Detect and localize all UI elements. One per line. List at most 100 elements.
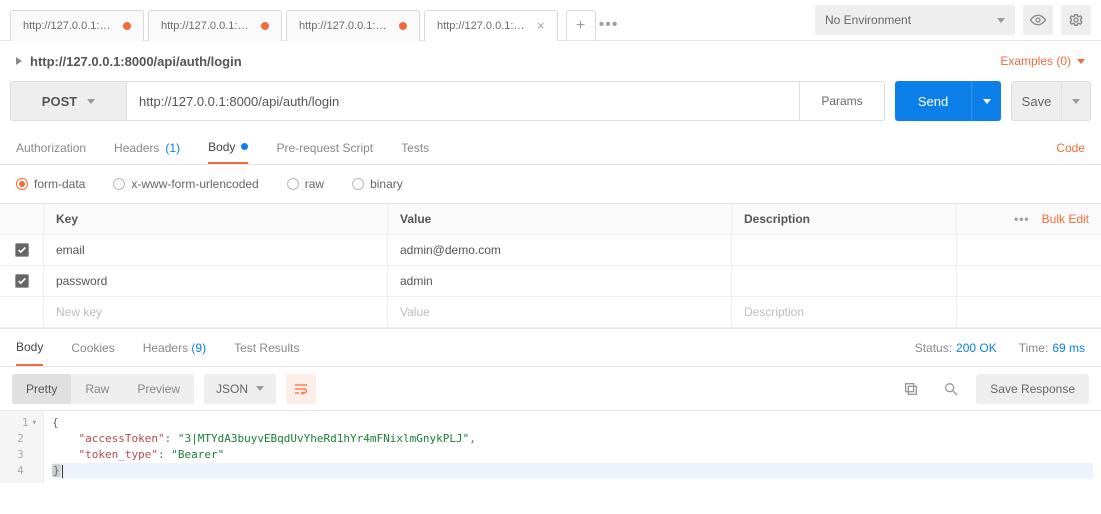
- env-area: No Environment: [815, 5, 1101, 35]
- format-dropdown[interactable]: JSON: [204, 374, 276, 404]
- chevron-down-icon: [87, 99, 95, 104]
- environment-label: No Environment: [825, 13, 911, 27]
- chevron-down-icon: [256, 386, 264, 391]
- row-checkbox[interactable]: [0, 266, 44, 296]
- examples-label: Examples (0): [1000, 54, 1071, 68]
- chevron-down-icon: [983, 99, 991, 104]
- copy-icon: [903, 381, 919, 397]
- dirty-indicator-icon: [261, 22, 269, 30]
- tab-overflow-button[interactable]: •••: [596, 10, 622, 41]
- tab-headers[interactable]: Headers (1): [114, 131, 180, 164]
- value-cell[interactable]: admin@demo.com: [388, 235, 732, 265]
- params-button[interactable]: Params: [799, 81, 885, 121]
- view-mode-segment: Pretty Raw Preview: [12, 374, 194, 404]
- radio-form-data[interactable]: form-data: [16, 177, 85, 191]
- tab-title: http://127.0.0.1:8000/a: [437, 20, 529, 32]
- copy-button[interactable]: [896, 374, 926, 404]
- search-icon: [943, 381, 959, 397]
- tabs: http://127.0.0.1:8000/a http://127.0.0.1…: [10, 0, 815, 40]
- col-key: Key: [44, 204, 388, 234]
- tab-body[interactable]: Body: [208, 131, 248, 164]
- tab-pre-request-script[interactable]: Pre-request Script: [276, 131, 373, 164]
- tab-1[interactable]: http://127.0.0.1:8000/a: [148, 10, 282, 41]
- restab-body[interactable]: Body: [16, 329, 43, 366]
- form-data-table: Key Value Description ••• Bulk Edit emai…: [0, 203, 1101, 328]
- save-response-button[interactable]: Save Response: [976, 374, 1089, 404]
- close-icon[interactable]: ×: [537, 18, 545, 33]
- restab-headers[interactable]: Headers (9): [143, 329, 206, 366]
- bulk-edit-link[interactable]: Bulk Edit: [1042, 212, 1089, 226]
- row-options-icon[interactable]: •••: [1014, 212, 1030, 226]
- request-title: http://127.0.0.1:8000/api/auth/login: [30, 54, 242, 69]
- new-key-input[interactable]: New key: [44, 297, 388, 327]
- value-cell[interactable]: admin: [388, 266, 732, 296]
- check-icon: [17, 245, 27, 255]
- dot-icon: [241, 143, 248, 150]
- url-input[interactable]: [139, 94, 787, 109]
- tab-title: http://127.0.0.1:8000/a: [23, 20, 115, 32]
- radio-x-www-form-urlencoded[interactable]: x-www-form-urlencoded: [113, 177, 258, 191]
- row-checkbox[interactable]: [0, 235, 44, 265]
- request-title-bar: http://127.0.0.1:8000/api/auth/login Exa…: [0, 41, 1101, 81]
- method-label: POST: [42, 94, 77, 109]
- send-button[interactable]: Send: [895, 81, 971, 121]
- code-content: { "accessToken": "3|MTYdA3buyvEBqdUvYheR…: [44, 411, 1101, 483]
- gear-icon: [1068, 12, 1084, 28]
- search-button[interactable]: [936, 374, 966, 404]
- url-input-wrap: [126, 81, 799, 121]
- response-meta: Status:200 OK Time:69 ms: [915, 341, 1085, 355]
- chevron-down-icon: [1072, 99, 1080, 104]
- restab-cookies[interactable]: Cookies: [71, 329, 114, 366]
- tab-tests[interactable]: Tests: [401, 131, 429, 164]
- tab-authorization[interactable]: Authorization: [16, 131, 86, 164]
- code-link[interactable]: Code: [1056, 141, 1085, 155]
- eye-icon: [1030, 12, 1046, 28]
- new-tab-button[interactable]: +: [566, 10, 596, 41]
- save-dropdown[interactable]: [1061, 81, 1091, 121]
- method-dropdown[interactable]: POST: [10, 81, 126, 121]
- tab-3-active[interactable]: http://127.0.0.1:8000/a ×: [424, 10, 558, 41]
- col-value: Value: [388, 204, 732, 234]
- environment-preview-button[interactable]: [1023, 5, 1053, 35]
- fold-icon[interactable]: ▾: [32, 415, 37, 431]
- view-preview[interactable]: Preview: [123, 374, 194, 404]
- save-button[interactable]: Save: [1011, 81, 1061, 121]
- key-cell[interactable]: password: [44, 266, 388, 296]
- desc-cell[interactable]: [732, 266, 957, 296]
- request-bar: POST Params Send Save: [0, 81, 1101, 131]
- dirty-indicator-icon: [399, 22, 407, 30]
- tab-title: http://127.0.0.1:8000/a: [299, 20, 391, 32]
- send-dropdown[interactable]: [971, 81, 1001, 121]
- desc-cell[interactable]: [732, 235, 957, 265]
- response-body[interactable]: 1 ▾ 2 3 4 { "accessToken": "3|MTYdA3buyv…: [0, 410, 1101, 483]
- view-raw[interactable]: Raw: [71, 374, 123, 404]
- table-row: email admin@demo.com: [0, 235, 1101, 266]
- restab-test-results[interactable]: Test Results: [234, 329, 299, 366]
- check-icon: [17, 276, 27, 286]
- new-desc-input[interactable]: Description: [732, 297, 957, 327]
- response-view-bar: Pretty Raw Preview JSON Save Response: [0, 366, 1101, 410]
- chevron-down-icon: [1077, 59, 1085, 64]
- settings-button[interactable]: [1061, 5, 1091, 35]
- dirty-indicator-icon: [123, 22, 131, 30]
- body-type-radios: form-data x-www-form-urlencoded raw bina…: [0, 165, 1101, 203]
- time-value: 69 ms: [1052, 341, 1085, 355]
- wrap-lines-button[interactable]: [286, 374, 316, 404]
- table-header: Key Value Description ••• Bulk Edit: [0, 204, 1101, 235]
- new-value-input[interactable]: Value: [388, 297, 732, 327]
- chevron-down-icon: [997, 18, 1005, 23]
- top-bar: http://127.0.0.1:8000/a http://127.0.0.1…: [0, 0, 1101, 41]
- tab-2[interactable]: http://127.0.0.1:8000/a: [286, 10, 420, 41]
- key-cell[interactable]: email: [44, 235, 388, 265]
- wrap-icon: [293, 381, 309, 397]
- line-gutter: 1 ▾ 2 3 4: [0, 411, 44, 483]
- view-pretty[interactable]: Pretty: [12, 374, 71, 404]
- environment-dropdown[interactable]: No Environment: [815, 5, 1015, 35]
- examples-dropdown[interactable]: Examples (0): [1000, 54, 1085, 68]
- expand-icon[interactable]: [16, 57, 22, 65]
- response-tabs: Body Cookies Headers (9) Test Results St…: [0, 328, 1101, 366]
- radio-binary[interactable]: binary: [352, 177, 403, 191]
- tab-0[interactable]: http://127.0.0.1:8000/a: [10, 10, 144, 41]
- tab-title: http://127.0.0.1:8000/a: [161, 20, 253, 32]
- radio-raw[interactable]: raw: [287, 177, 324, 191]
